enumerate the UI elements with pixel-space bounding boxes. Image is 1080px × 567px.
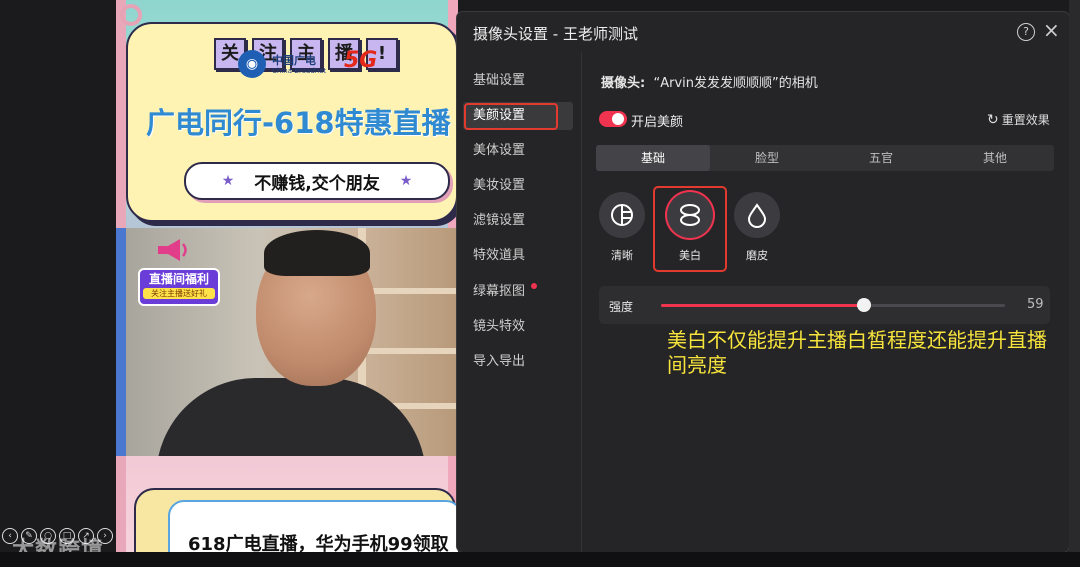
- nav-item-body[interactable]: 美体设置: [463, 137, 573, 165]
- welfare-badge: 直播间福利 关注主播送好礼: [138, 268, 220, 306]
- refresh-icon: ↻: [987, 111, 999, 128]
- dialog-header: 摄像头设置 - 王老师测试 ? ×: [457, 12, 1069, 52]
- beauty-toggle-label: 开启美颜: [631, 115, 684, 130]
- help-icon[interactable]: ?: [1017, 23, 1035, 41]
- beauty-settings-panel: 摄像头: “Arvin发发发顺顺顺”的相机 开启美颜 ↻ 重置效果 基础 脸型 …: [581, 52, 1070, 552]
- beauty-toggle[interactable]: [599, 111, 627, 127]
- clarity-icon: [599, 192, 645, 238]
- five-g-logo: 5G: [344, 48, 378, 73]
- live-poster-background: 关 注 主 播 ! ◉ 中国广电 China Broadnet 5G 广电同行-…: [116, 0, 458, 567]
- effect-label: 磨皮: [746, 249, 768, 262]
- slogan-text: 不赚钱,交个朋友: [254, 173, 380, 194]
- camera-value: “Arvin发发发顺顺顺”的相机: [653, 76, 818, 91]
- tab-basic[interactable]: 基础: [596, 145, 710, 171]
- intensity-slider-thumb[interactable]: [856, 298, 871, 312]
- streamer-hair: [264, 230, 370, 276]
- poster-headline: 广电同行-618特惠直播: [146, 106, 451, 140]
- effect-clarity[interactable]: 清晰: [598, 192, 646, 263]
- close-icon[interactable]: ×: [1043, 19, 1060, 41]
- welfare-title: 直播间福利: [148, 272, 209, 286]
- intensity-value: 59: [1027, 297, 1044, 312]
- nav-item-filter[interactable]: 滤镜设置: [463, 207, 573, 235]
- intensity-label: 强度: [609, 300, 634, 314]
- streamer-body: [156, 378, 426, 456]
- reset-effects-button[interactable]: ↻ 重置效果: [987, 111, 1050, 128]
- effect-annotation-box: [653, 186, 727, 272]
- new-badge-dot: [531, 283, 537, 289]
- bottom-bar: [0, 552, 1080, 567]
- tab-features[interactable]: 五官: [824, 145, 938, 171]
- nav-item-makeup[interactable]: 美妆设置: [463, 172, 573, 200]
- welfare-subtitle: 关注主播送好礼: [143, 288, 215, 299]
- streamer-video: 直播间福利 关注主播送好礼: [126, 228, 456, 456]
- tab-face-shape[interactable]: 脸型: [710, 145, 824, 171]
- intensity-slider-fill: [661, 304, 864, 307]
- beauty-tabs: 基础 脸型 五官 其他: [596, 145, 1054, 171]
- camera-settings-dialog: 摄像头设置 - 王老师测试 ? × 基础设置 美颜设置 美体设置 美妆设置 滤镜…: [457, 12, 1069, 552]
- slogan-pill: ★ 不赚钱,交个朋友 ★: [184, 162, 450, 200]
- nav-item-import-export[interactable]: 导入导出: [463, 348, 573, 376]
- broadnet-logo-icon: ◉: [238, 50, 266, 78]
- tab-other[interactable]: 其他: [938, 145, 1052, 171]
- reset-label: 重置效果: [1001, 113, 1050, 127]
- star-icon: ★: [399, 173, 413, 189]
- effect-label: 清晰: [611, 249, 633, 262]
- broadnet-name-en: China Broadnet: [272, 67, 327, 75]
- dialog-title: 摄像头设置 - 王老师测试: [473, 25, 638, 43]
- toggle-knob: [612, 113, 624, 125]
- ring-decoration: [120, 4, 142, 26]
- effect-smoothing[interactable]: 磨皮: [733, 192, 781, 263]
- nav-annotation-box: [464, 103, 558, 130]
- nav-item-effects[interactable]: 特效道具: [463, 242, 573, 270]
- star-icon: ★: [221, 173, 235, 189]
- right-background-strip: [1069, 0, 1080, 567]
- annotation-text: 美白不仅能提升主播白皙程度还能提升直播间亮度: [667, 328, 1047, 377]
- nav-item-greenscreen[interactable]: 绿幕抠图: [463, 278, 573, 306]
- nav-item-lens[interactable]: 镜头特效: [463, 313, 573, 341]
- camera-key: 摄像头:: [601, 76, 646, 91]
- broadnet-name: 中国广电: [272, 54, 316, 67]
- smoothing-icon: [734, 192, 780, 238]
- megaphone-icon: [158, 239, 187, 261]
- intensity-row: 强度 59: [599, 286, 1050, 324]
- camera-name: 摄像头: “Arvin发发发顺顺顺”的相机: [601, 72, 818, 91]
- nav-item-basic[interactable]: 基础设置: [463, 67, 573, 95]
